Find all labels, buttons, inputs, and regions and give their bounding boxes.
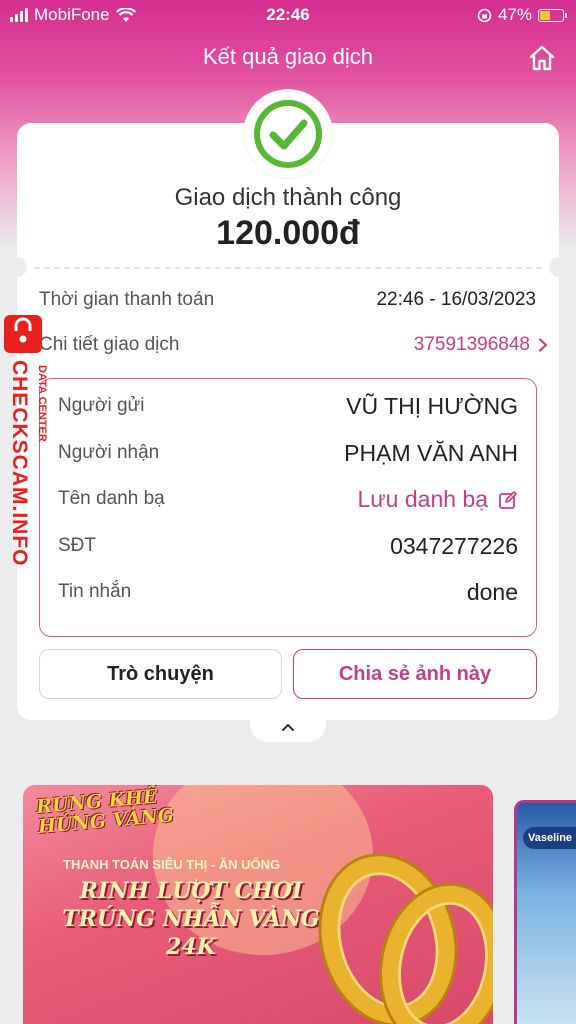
transaction-id: 37591396848 [413,334,530,355]
watermark-text: CHECKSCAM.INFO [8,360,31,567]
save-contact-button[interactable]: Lưu danh bạ [357,486,518,513]
battery-icon [538,8,567,22]
chat-button[interactable]: Trò chuyện [39,649,282,699]
dashed-divider [34,267,542,269]
payment-time-value: 22:46 - 16/03/2023 [376,289,536,310]
transfer-details-box: Người gửi VŨ THỊ HƯỜNG Người nhận PHẠM V… [39,378,537,637]
transaction-status: Giao dịch thành công [174,184,402,211]
promo-banner-2[interactable]: Vaseline [514,800,576,1024]
promo-banner[interactable]: RUNG KHẾ HỨNG VÀNG THANH TOÁN SIÊU THỊ -… [23,785,493,1024]
receiver-value: PHẠM VĂN ANH [344,440,518,466]
banner-subtitle: THANH TOÁN SIÊU THỊ - ĂN UỐNG [63,857,281,872]
check-circle-icon [254,100,322,168]
collapse-handle[interactable] [250,712,326,742]
banner-promo-line2: TRÚNG NHẪN VÀNG 24K [62,906,320,960]
message-label: Tin nhắn [58,581,132,602]
chevron-right-icon [538,338,548,352]
transaction-detail-label: Chi tiết giao dịch [39,334,180,355]
rotation-lock-icon [477,8,492,22]
page-title: Kết quả giao dịch [202,44,374,69]
watermark-lock-icon [4,315,42,353]
banner-promo-line1: RINH LƯỢT CHƠI [79,878,303,904]
ticket-notch-left [7,257,27,277]
transaction-id-link[interactable]: 37591396848 [414,334,548,356]
banner2-brand: Vaseline [523,827,576,849]
ticket-notch-right [549,257,569,277]
share-image-button[interactable]: Chia sẻ ảnh này [293,649,537,699]
chevron-up-icon [282,724,294,731]
watermark-subtext: DATA CENTER [36,365,48,442]
save-contact-text: Lưu danh bạ [357,486,488,512]
payment-time-label: Thời gian thanh toán [39,289,215,310]
success-badge [244,90,332,178]
sender-label: Người gửi [58,395,145,416]
edit-icon [499,490,517,509]
battery-percent: 47% [497,5,532,24]
receiver-label: Người nhận [58,442,160,463]
contact-name-label: Tên danh bạ [58,488,165,509]
status-bar: MobiFone 22:46 47% [0,0,576,30]
phone-label: SĐT [58,535,96,556]
home-icon[interactable] [528,44,556,72]
phone-value: 0347277226 [390,533,518,559]
transaction-amount: 120.000đ [216,214,360,252]
message-value: done [466,579,518,605]
sender-value: VŨ THỊ HƯỜNG [346,393,518,419]
banner-promo: RINH LƯỢT CHƠI TRÚNG NHẪN VÀNG 24K [41,877,341,961]
